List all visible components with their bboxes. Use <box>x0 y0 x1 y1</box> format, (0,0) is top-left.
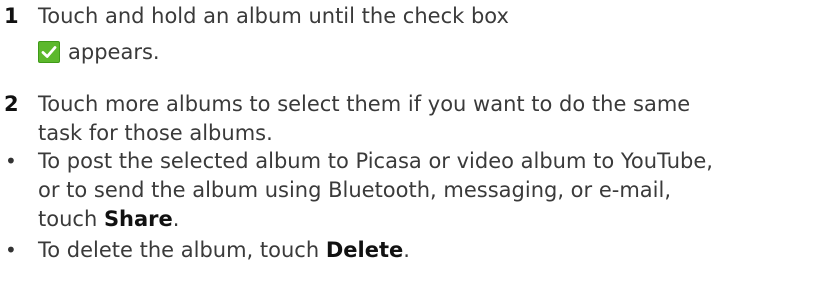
bullet-suffix: . <box>172 207 180 231</box>
step-text: Touch and hold an album until the check … <box>38 2 798 67</box>
step-number: 1 <box>4 4 19 28</box>
share-keyword: Share <box>103 207 173 231</box>
bullet-icon: • <box>5 238 17 262</box>
step-line-text: appears. <box>68 40 160 64</box>
instructions: 1 Touch and hold an album until the chec… <box>0 0 830 295</box>
step-text: Touch more albums to select them if you … <box>38 90 798 148</box>
bullet-text: To delete the album, touch Delete. <box>38 236 798 265</box>
bullet-line: touch Share. <box>38 205 798 234</box>
step-line: Touch and hold an album until the check … <box>38 4 509 28</box>
green-checkbox-icon <box>38 41 60 63</box>
bullet-line: To delete the album, touch Delete. <box>38 236 798 265</box>
bullet-line: or to send the album using Bluetooth, me… <box>38 178 672 202</box>
bullet-icon: • <box>5 149 17 173</box>
step-line: Touch more albums to select them if you … <box>38 92 691 116</box>
bullet-prefix: touch <box>38 207 104 231</box>
bullet-prefix: To delete the album, touch <box>38 238 326 262</box>
step-line: appears. <box>38 31 798 67</box>
bullet-line: To post the selected album to Picasa or … <box>38 149 713 173</box>
step-line: task for those albums. <box>38 121 273 145</box>
bullet-suffix: . <box>403 238 410 262</box>
bullet-text: To post the selected album to Picasa or … <box>38 147 798 234</box>
delete-keyword: Delete <box>325 238 404 262</box>
step-number: 2 <box>4 92 19 116</box>
